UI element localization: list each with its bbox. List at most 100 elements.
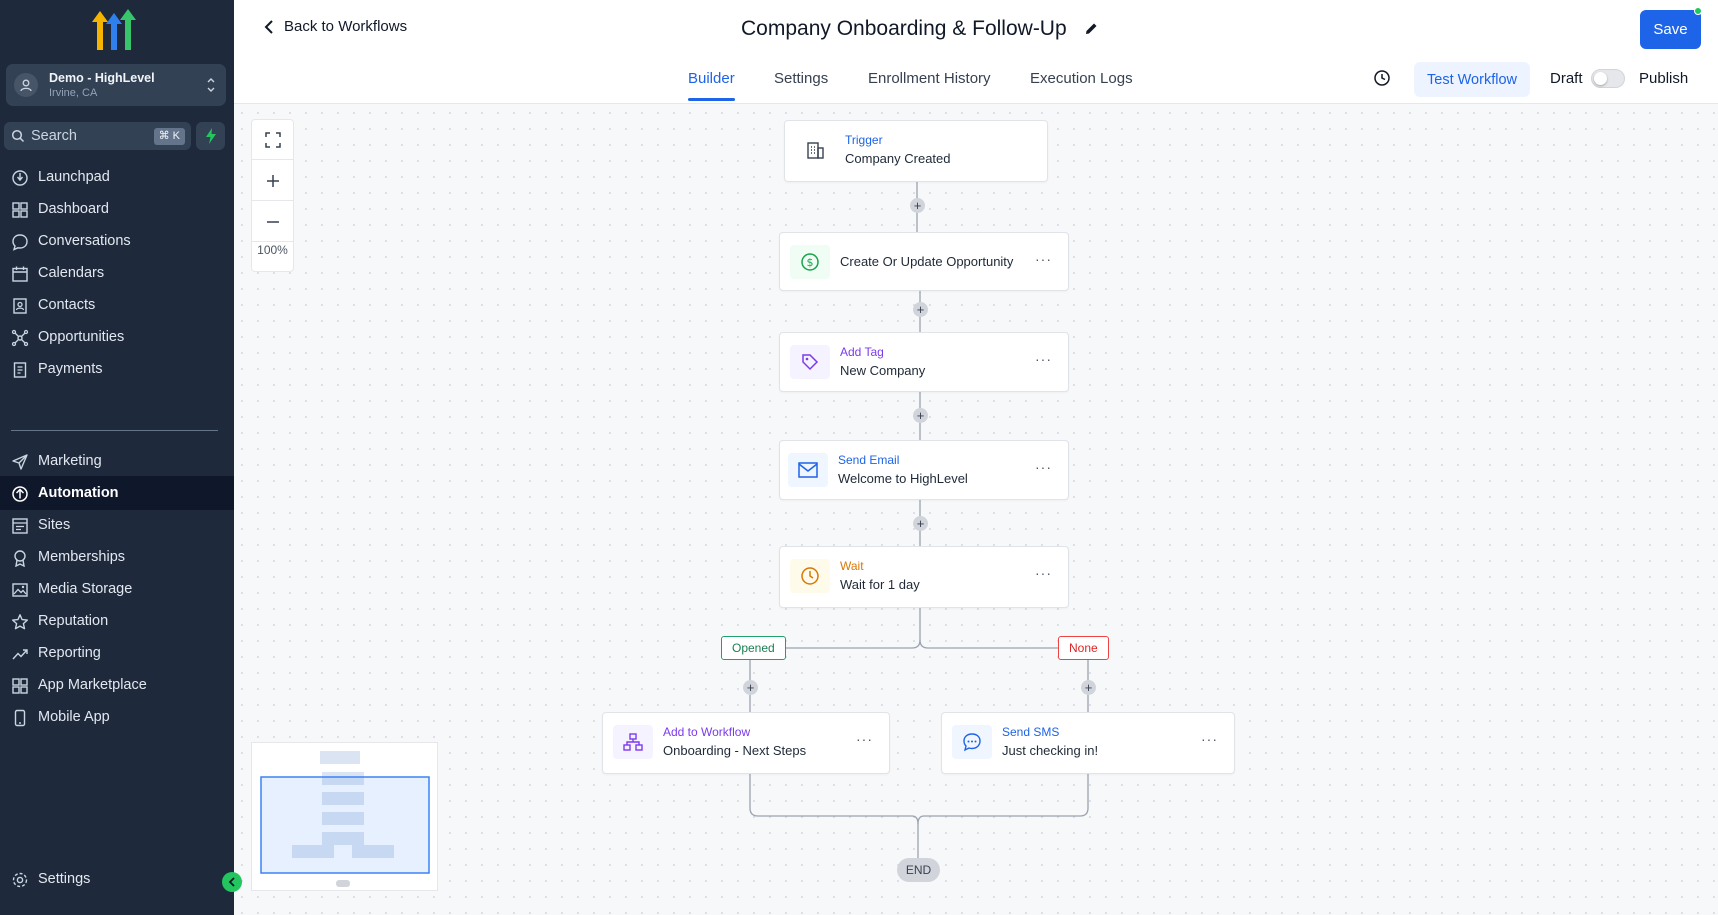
- add-step-button[interactable]: +: [913, 408, 928, 423]
- contacts-icon: [13, 298, 27, 314]
- sidebar-item-automation[interactable]: Automation: [0, 476, 234, 510]
- sidebar-item-sites[interactable]: Sites: [0, 508, 234, 542]
- toggle-knob: [1594, 72, 1607, 85]
- workflow-title[interactable]: Company Onboarding & Follow-Up: [741, 17, 1067, 41]
- step-node-wait[interactable]: Wait Wait for 1 day ···: [779, 546, 1069, 608]
- zoom-out-button[interactable]: [252, 202, 293, 242]
- sidebar-item-label: Marketing: [38, 453, 102, 469]
- node-type: Trigger: [845, 133, 883, 147]
- sidebar-item-conversations[interactable]: Conversations: [0, 224, 234, 258]
- sidebar-item-calendars[interactable]: Calendars: [0, 256, 234, 290]
- publish-toggle[interactable]: [1591, 69, 1625, 88]
- fit-view-button[interactable]: [252, 120, 293, 160]
- mail-icon: [788, 453, 828, 487]
- star-icon: [12, 614, 28, 630]
- sidebar-item-label: Conversations: [38, 233, 131, 249]
- highlevel-logo[interactable]: [90, 8, 140, 52]
- user-avatar-icon: [14, 73, 38, 97]
- node-menu-button[interactable]: ···: [1035, 251, 1052, 267]
- back-label: Back to Workflows: [284, 18, 408, 35]
- tab-enrollment-history[interactable]: Enrollment History: [868, 70, 991, 87]
- search-input[interactable]: Search ⌘ K: [4, 122, 191, 150]
- node-menu-button[interactable]: ···: [1035, 565, 1052, 581]
- tab-settings[interactable]: Settings: [774, 70, 828, 87]
- clock-icon: [790, 559, 830, 593]
- building-icon: [795, 133, 835, 167]
- workflow-icon: [613, 725, 653, 759]
- expand-icon: [264, 131, 281, 148]
- active-tab-indicator: [688, 98, 735, 101]
- tab-builder[interactable]: Builder: [688, 70, 735, 87]
- node-menu-button[interactable]: ···: [1035, 459, 1052, 475]
- add-step-button[interactable]: +: [910, 198, 925, 213]
- add-step-button[interactable]: +: [913, 302, 928, 317]
- node-label: Wait for 1 day: [840, 577, 920, 592]
- sidebar-item-label: Launchpad: [38, 169, 110, 185]
- tab-execution-logs[interactable]: Execution Logs: [1030, 70, 1133, 87]
- sites-icon: [12, 518, 28, 534]
- back-to-workflows-link[interactable]: Back to Workflows: [264, 18, 407, 35]
- payments-icon: [13, 362, 27, 378]
- step-node-add-tag[interactable]: Add Tag New Company ···: [779, 332, 1069, 392]
- step-node-add-to-workflow[interactable]: Add to Workflow Onboarding - Next Steps …: [602, 712, 890, 774]
- sidebar-item-mobile-app[interactable]: Mobile App: [0, 700, 234, 734]
- sidebar-item-dashboard[interactable]: Dashboard: [0, 192, 234, 226]
- branch-label-none[interactable]: None: [1058, 636, 1109, 660]
- node-type: Add Tag: [840, 345, 884, 359]
- zoom-level: 100%: [257, 243, 288, 257]
- history-icon[interactable]: [1373, 69, 1391, 87]
- step-node-send-email[interactable]: Send Email Welcome to HighLevel ···: [779, 440, 1069, 500]
- test-workflow-button[interactable]: Test Workflow: [1414, 62, 1530, 97]
- chevron-left-icon: [228, 877, 235, 887]
- sidebar-item-label: Media Storage: [38, 581, 133, 597]
- sidebar-item-payments[interactable]: Payments: [0, 352, 234, 386]
- trigger-node[interactable]: Trigger Company Created: [784, 120, 1048, 182]
- sidebar-item-label: Calendars: [38, 265, 105, 281]
- add-step-button[interactable]: +: [743, 680, 758, 695]
- workflow-canvas[interactable]: [234, 105, 1718, 915]
- automation-icon: [12, 486, 28, 502]
- chat-icon: [12, 234, 28, 251]
- step-node-opportunity[interactable]: $ Create Or Update Opportunity ···: [779, 232, 1069, 291]
- quick-actions-button[interactable]: [196, 122, 225, 150]
- pencil-icon[interactable]: [1084, 21, 1099, 36]
- node-type: Wait: [840, 559, 864, 573]
- node-menu-button[interactable]: ···: [1035, 351, 1052, 367]
- send-icon: [12, 454, 28, 470]
- sidebar-item-reputation[interactable]: Reputation: [0, 604, 234, 638]
- sidebar-item-memberships[interactable]: Memberships: [0, 540, 234, 574]
- sidebar-item-app-marketplace[interactable]: App Marketplace: [0, 668, 234, 702]
- sidebar-item-contacts[interactable]: Contacts: [0, 288, 234, 322]
- add-step-button[interactable]: +: [1081, 680, 1096, 695]
- sidebar-item-settings[interactable]: Settings: [0, 862, 234, 896]
- node-menu-button[interactable]: ···: [1201, 731, 1218, 747]
- end-node: END: [897, 858, 940, 882]
- sidebar-item-opportunities[interactable]: Opportunities: [0, 320, 234, 354]
- search-icon: [11, 129, 25, 143]
- sidebar-item-launchpad[interactable]: Launchpad: [0, 160, 234, 194]
- collapse-sidebar-button[interactable]: [222, 872, 242, 892]
- sidebar-item-marketing[interactable]: Marketing: [0, 444, 234, 478]
- zoom-in-button[interactable]: [252, 161, 293, 201]
- branch-label-opened[interactable]: Opened: [721, 636, 786, 660]
- sidebar-item-reporting[interactable]: Reporting: [0, 636, 234, 670]
- minus-icon: [266, 220, 279, 223]
- dashboard-icon: [12, 202, 28, 218]
- save-button[interactable]: Save: [1640, 10, 1701, 49]
- minimap[interactable]: [251, 742, 438, 891]
- calendar-icon: [12, 266, 28, 282]
- publish-label: Publish: [1639, 70, 1689, 87]
- sidebar-item-label: Memberships: [38, 549, 126, 565]
- node-menu-button[interactable]: ···: [856, 731, 873, 747]
- tag-icon: [790, 345, 830, 379]
- account-switcher[interactable]: Demo - HighLevel Irvine, CA: [6, 64, 226, 106]
- sidebar-item-label: Reporting: [38, 645, 101, 661]
- sidebar-item-media-storage[interactable]: Media Storage: [0, 572, 234, 606]
- step-node-send-sms[interactable]: Send SMS Just checking in! ···: [941, 712, 1235, 774]
- unsaved-indicator: [1694, 7, 1702, 15]
- sidebar-item-label: Settings: [38, 871, 91, 887]
- reporting-icon: [12, 649, 28, 660]
- marketplace-icon: [12, 678, 28, 694]
- add-step-button[interactable]: +: [913, 516, 928, 531]
- sidebar-item-label: Reputation: [38, 613, 109, 629]
